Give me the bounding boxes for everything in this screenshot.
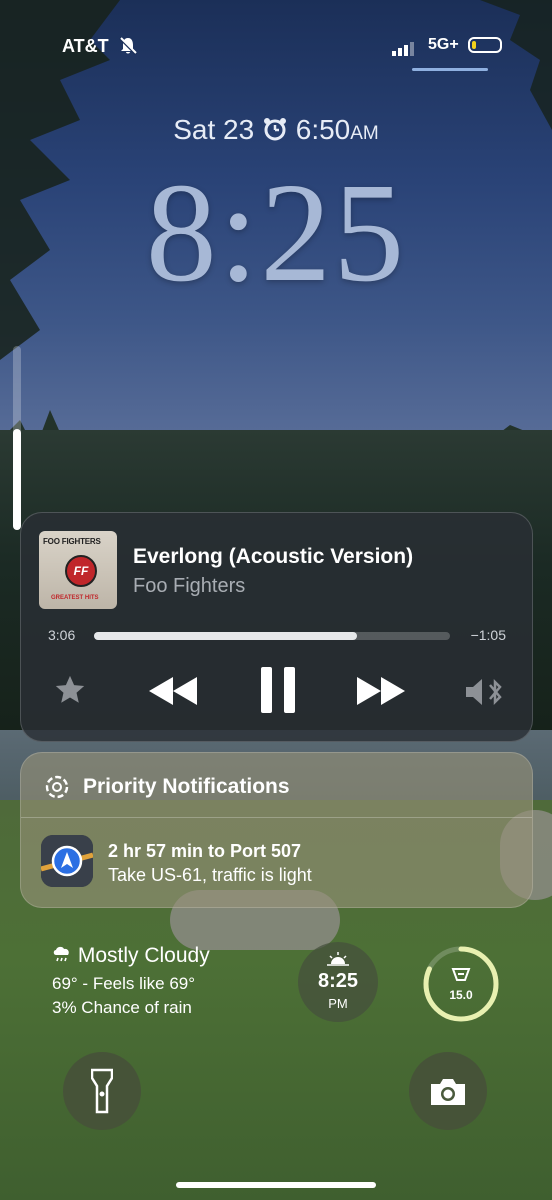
alarm-time: 6:50 [295, 114, 351, 145]
lock-clock: 8:25 [145, 153, 407, 311]
camera-button[interactable] [409, 1052, 487, 1130]
sunset-time: 8:25 [317, 970, 359, 992]
album-subtitle: GREATEST HITS [51, 595, 99, 601]
ring-value: 15.0 [449, 988, 473, 1002]
fitness-icon [451, 966, 471, 989]
now-playing-widget[interactable]: FOO FIGHTERS FF GREATEST HITS Everlong (… [20, 512, 533, 742]
pause-icon[interactable] [259, 667, 297, 718]
playback-progress [94, 632, 357, 640]
weather-temperature: 69° - Feels like 69° [52, 974, 196, 993]
notifications-header: Priority Notifications [83, 775, 290, 798]
album-band: FOO FIGHTERS [43, 537, 101, 546]
maps-icon [41, 835, 93, 887]
priority-notifications[interactable]: Priority Notifications 2 hr 57 min to Po… [20, 752, 533, 908]
notification-body: Take US-61, traffic is light [108, 865, 312, 885]
alarm-icon [262, 114, 296, 145]
priority-sparkle-icon [43, 773, 71, 806]
camera-icon [429, 1078, 467, 1111]
cloud-rain-icon [52, 944, 78, 967]
network-label: 5G+ [428, 36, 459, 53]
flashlight-icon [90, 1068, 114, 1119]
bluetooth-speaker-icon[interactable] [464, 677, 506, 712]
star-icon[interactable] [53, 673, 87, 712]
rewind-icon[interactable] [147, 677, 199, 710]
elapsed-time: 3:06 [48, 627, 76, 643]
signal-icon [392, 40, 418, 61]
bell-slash-icon [118, 36, 138, 61]
volume-indicator[interactable] [13, 346, 21, 530]
notification-title: 2 hr 57 min to Port 507 [108, 841, 302, 861]
sunset-icon [327, 952, 349, 971]
home-indicator[interactable] [176, 1182, 376, 1188]
remaining-time: −1:05 [470, 627, 506, 643]
flashlight-button[interactable] [63, 1052, 141, 1130]
fast-forward-icon[interactable] [355, 677, 407, 710]
playback-scrubber[interactable] [94, 632, 450, 640]
weather-condition: Mostly Cloudy [77, 944, 210, 967]
control-center-handle[interactable] [412, 68, 488, 71]
status-bar: AT&T 5G+ [0, 34, 552, 60]
weather-widget[interactable]: Mostly Cloudy 69° - Feels like 69° 3% Ch… [52, 944, 210, 1022]
weather-rain-chance: 3% Chance of rain [52, 998, 192, 1017]
activity-ring-widget[interactable]: 15.0 [421, 944, 501, 1024]
artist-name: Foo Fighters [133, 575, 246, 597]
album-art[interactable]: FOO FIGHTERS FF GREATEST HITS [39, 531, 117, 609]
date-line: Sat 23 6:50AM [0, 114, 552, 146]
divider [21, 817, 532, 818]
song-title: Everlong (Acoustic Version) [133, 545, 414, 568]
album-logo: FF [65, 555, 97, 587]
sunset-widget[interactable]: 8:25 PM [298, 942, 378, 1022]
battery-icon [468, 37, 502, 53]
carrier-label: AT&T [62, 36, 109, 56]
date-label: Sat 23 [173, 114, 255, 145]
alarm-ampm: AM [350, 123, 379, 144]
sunset-ampm: PM [328, 996, 348, 1011]
